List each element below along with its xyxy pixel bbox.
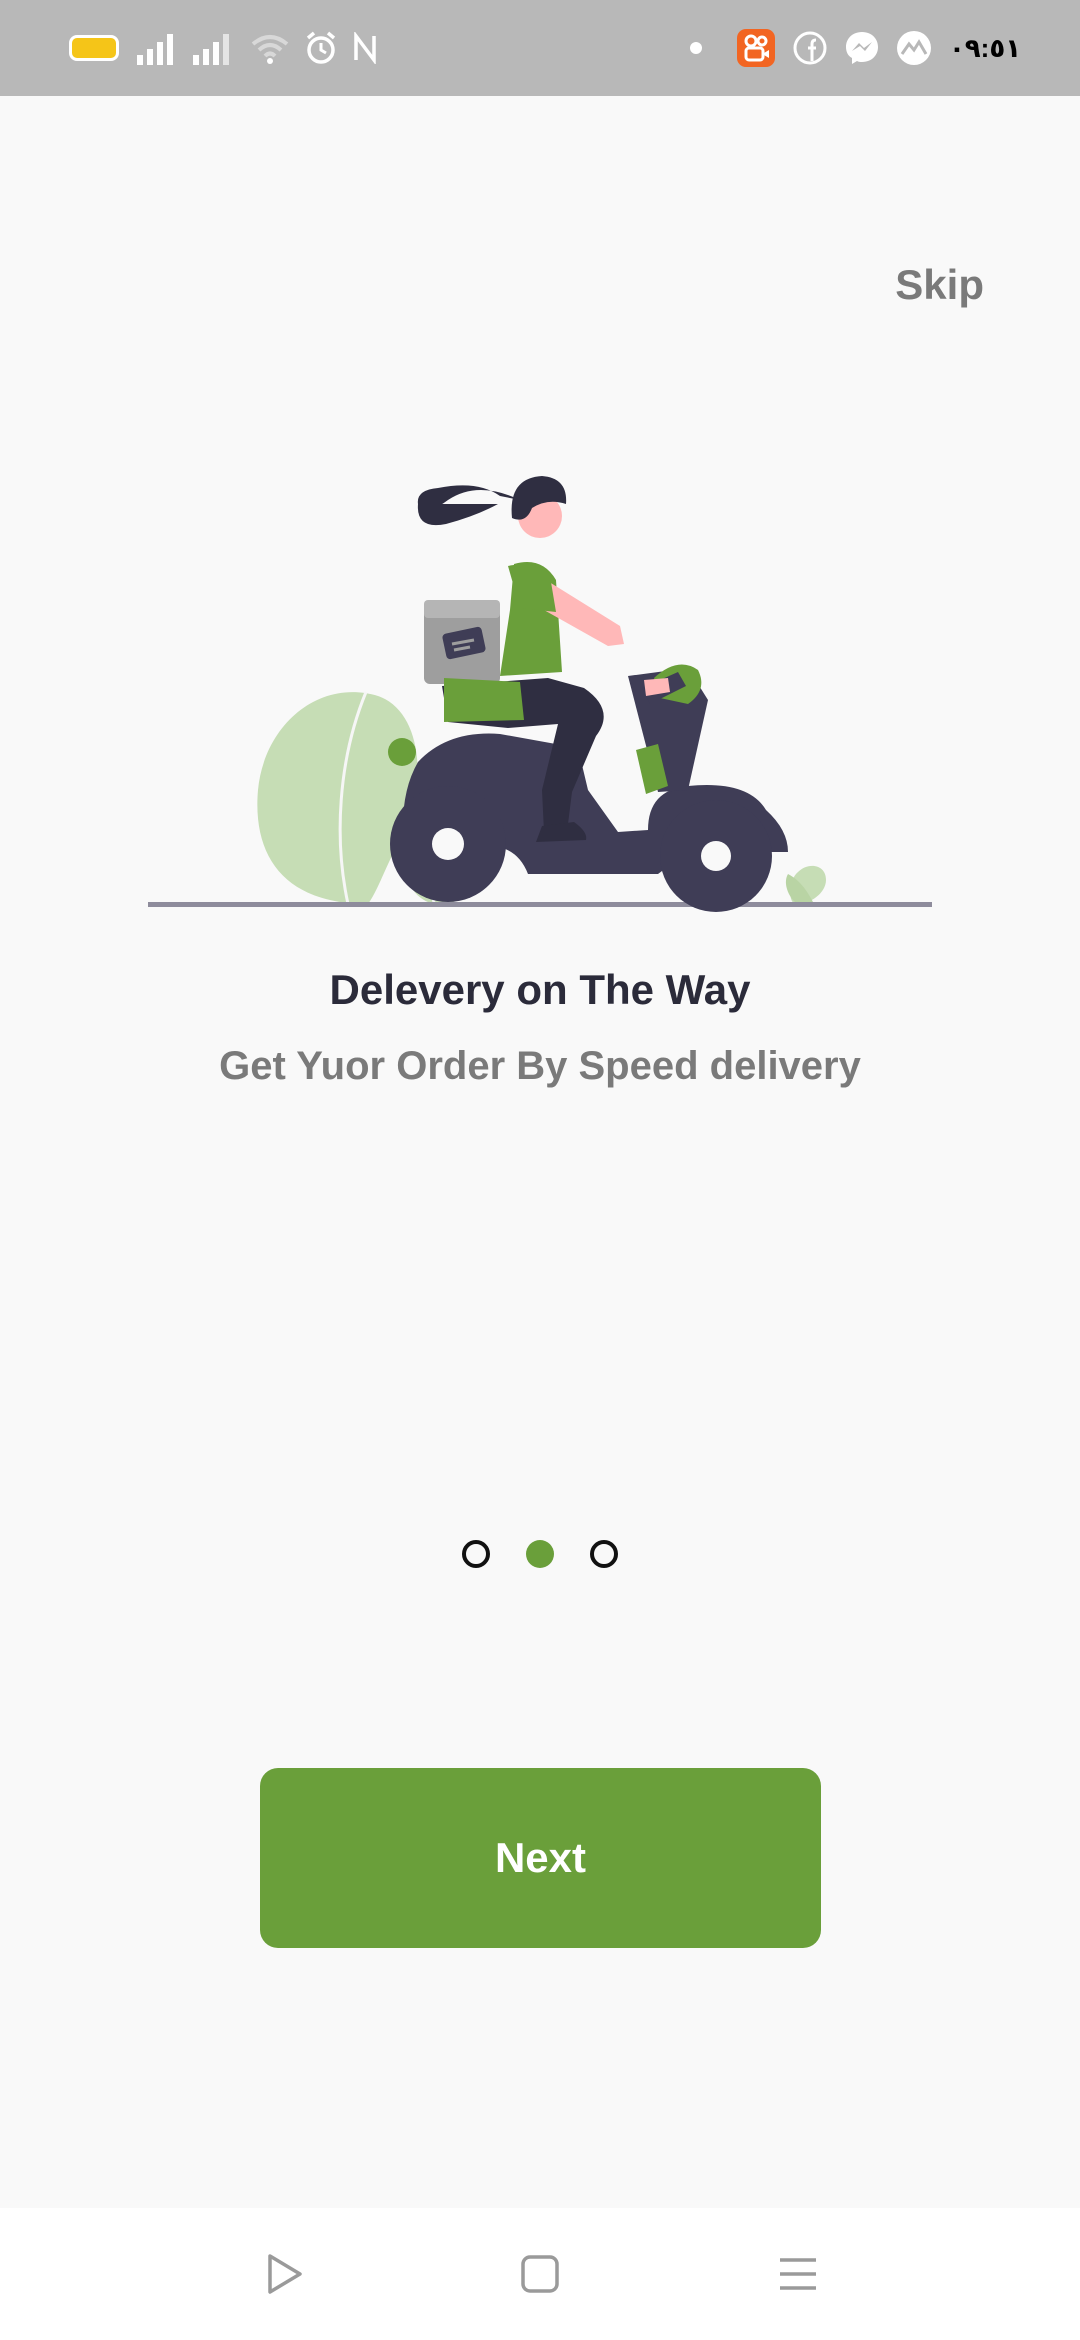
nfc-icon — [350, 0, 380, 96]
page-dot[interactable] — [590, 1540, 618, 1568]
page-dot-active[interactable] — [526, 1540, 554, 1568]
next-button[interactable]: Next — [260, 1768, 821, 1948]
onboarding-subtitle: Get Yuor Order By Speed delivery — [219, 1044, 861, 1088]
signal-icon — [190, 0, 236, 96]
clock: ٠٩:٥١ — [948, 32, 1022, 63]
delivery-scooter-illustration — [148, 476, 932, 912]
page-indicator — [0, 1536, 1080, 1572]
onboarding-title: Delevery on The Way — [329, 966, 751, 1013]
skip-button[interactable]: Skip — [874, 256, 984, 314]
signal-icon — [134, 0, 180, 96]
page-dot[interactable] — [462, 1540, 490, 1568]
notification-dot-icon — [686, 0, 706, 96]
menu-icon[interactable] — [768, 2244, 828, 2304]
system-nav-bar — [0, 2208, 1080, 2340]
gallery-app-icon — [894, 0, 934, 96]
battery-icon — [68, 0, 120, 96]
status-bar: ٠٩:٥١ — [0, 0, 1080, 96]
messenger-icon — [842, 0, 882, 96]
wifi-icon — [250, 0, 290, 96]
kuaishou-app-icon — [736, 0, 776, 96]
facebook-icon — [790, 0, 830, 96]
alarm-icon — [302, 0, 340, 96]
back-icon[interactable] — [254, 2244, 314, 2304]
home-icon[interactable] — [510, 2244, 570, 2304]
